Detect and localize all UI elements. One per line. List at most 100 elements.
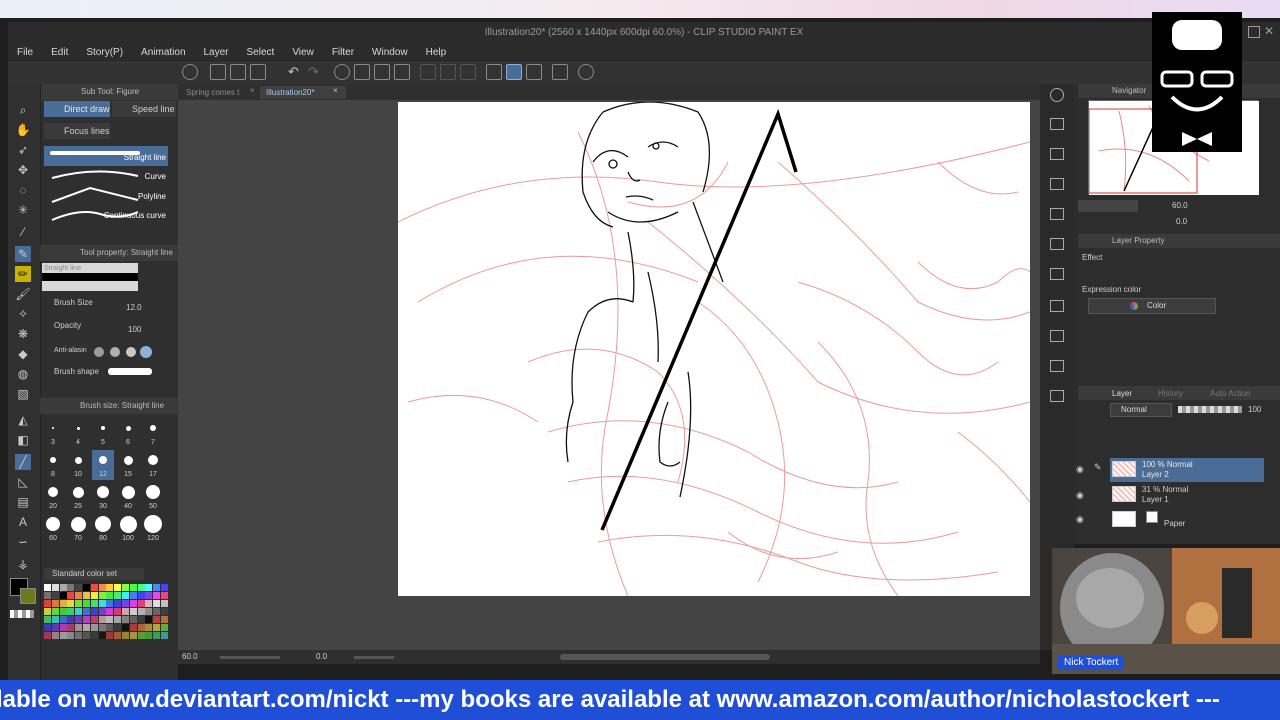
color-swatch[interactable]: [75, 592, 83, 599]
color-swatch[interactable]: [98, 592, 106, 599]
brush-size-option[interactable]: 5: [92, 418, 114, 448]
decoration-icon[interactable]: ❋: [15, 326, 31, 342]
color-swatch[interactable]: [59, 608, 67, 615]
color-swatch[interactable]: [44, 584, 51, 591]
figure-tool-icon[interactable]: ╱: [15, 454, 31, 470]
color-swatch[interactable]: [59, 592, 67, 599]
menu-help[interactable]: Help: [417, 44, 456, 62]
color-swatch[interactable]: [153, 584, 161, 591]
color-swatch[interactable]: [67, 632, 75, 639]
menu-filter[interactable]: Filter: [323, 44, 363, 62]
zoom-slider[interactable]: [220, 656, 280, 659]
eye-icon[interactable]: ◉: [1076, 464, 1084, 475]
color-swatch[interactable]: [51, 584, 59, 591]
zoom-tool-icon[interactable]: ⌕: [15, 102, 31, 118]
horizontal-scrollbar[interactable]: [560, 654, 770, 660]
color-swatch[interactable]: [90, 624, 98, 631]
brush-size-option[interactable]: 8: [42, 450, 64, 480]
color-swatch[interactable]: [145, 632, 153, 639]
opacity-value[interactable]: 100: [128, 325, 141, 334]
color-swatch[interactable]: [137, 632, 145, 639]
color-swatch[interactable]: [75, 632, 83, 639]
color-swatch[interactable]: [161, 600, 168, 607]
menu-layer[interactable]: Layer: [195, 44, 238, 62]
magic-wand-icon[interactable]: ✳: [15, 202, 31, 218]
brush-size-option[interactable]: 4: [67, 418, 89, 448]
color-swatch[interactable]: [153, 600, 161, 607]
color-swatch[interactable]: [122, 584, 129, 591]
color-swatch[interactable]: [161, 608, 168, 615]
layer-opacity-value[interactable]: 100: [1248, 405, 1261, 414]
color-swatch[interactable]: [161, 624, 168, 631]
color-swatch[interactable]: [122, 600, 129, 607]
color-swatch[interactable]: [137, 624, 145, 631]
color-swatch[interactable]: [161, 616, 168, 623]
color-swatch[interactable]: [145, 600, 153, 607]
color-swatch[interactable]: [106, 608, 114, 615]
menu-story[interactable]: Story(P): [77, 44, 132, 62]
material-icon[interactable]: [1050, 208, 1064, 220]
material-icon[interactable]: [1050, 300, 1064, 312]
blend-mode-select[interactable]: Normal: [1110, 403, 1172, 417]
navigator-zoom-slider[interactable]: [1078, 200, 1138, 212]
deselect-icon[interactable]: [460, 64, 476, 80]
color-swatch[interactable]: [122, 592, 129, 599]
color-swatch[interactable]: [161, 632, 168, 639]
eye-icon[interactable]: ◉: [1076, 490, 1084, 501]
pencil-tool-icon[interactable]: ✏: [15, 266, 31, 282]
color-swatch[interactable]: [67, 624, 75, 631]
color-swatch[interactable]: [114, 624, 122, 631]
color-swatch[interactable]: [137, 600, 145, 607]
eraser-icon[interactable]: ◆: [15, 346, 31, 362]
brush-size-option[interactable]: 50: [142, 482, 164, 512]
help-icon[interactable]: [578, 64, 594, 80]
color-swatch[interactable]: [137, 592, 145, 599]
menu-view[interactable]: View: [283, 44, 323, 62]
color-swatch[interactable]: [98, 624, 106, 631]
new-file-icon[interactable]: [210, 64, 226, 80]
brush-size-option[interactable]: 10: [67, 450, 89, 480]
color-swatch[interactable]: [83, 592, 90, 599]
color-swatch[interactable]: [51, 600, 59, 607]
special-ruler-snap-icon[interactable]: [506, 64, 522, 80]
color-swatch[interactable]: [129, 632, 137, 639]
color-swatch[interactable]: [129, 624, 137, 631]
tab-layer[interactable]: Layer: [1112, 389, 1132, 398]
color-swatch[interactable]: [153, 616, 161, 623]
ruler-icon[interactable]: ▤: [15, 494, 31, 510]
color-swatch[interactable]: [59, 584, 67, 591]
select-tool-icon[interactable]: [420, 64, 436, 80]
color-swatch[interactable]: [137, 584, 145, 591]
brush-size-option[interactable]: 12: [92, 450, 114, 480]
color-swatch[interactable]: [114, 632, 122, 639]
lasso-select-icon[interactable]: ◌: [15, 182, 31, 198]
hand-tool-icon[interactable]: ✋: [15, 122, 31, 138]
color-swatch[interactable]: [67, 584, 75, 591]
color-swatch[interactable]: [98, 632, 106, 639]
brush-size-option[interactable]: 17: [142, 450, 164, 480]
restore-window-button[interactable]: [1248, 26, 1260, 38]
color-swatch[interactable]: [51, 632, 59, 639]
color-swatch[interactable]: [44, 624, 51, 631]
navigator-rotation-value[interactable]: 0.0: [1176, 217, 1187, 226]
color-swatch[interactable]: [51, 624, 59, 631]
color-swatch[interactable]: [75, 616, 83, 623]
close-tab-icon[interactable]: ×: [250, 86, 255, 95]
gradient-icon[interactable]: ◧: [15, 432, 31, 448]
navigator-zoom-value[interactable]: 60.0: [1172, 201, 1188, 210]
close-window-button[interactable]: ✕: [1264, 24, 1274, 38]
brush-size-option[interactable]: 70: [67, 514, 89, 544]
grid-snap-icon[interactable]: [526, 64, 542, 80]
color-swatch[interactable]: [114, 600, 122, 607]
brush-size-value[interactable]: 12.0: [126, 303, 142, 312]
antialias-options[interactable]: [94, 346, 154, 358]
color-swatch[interactable]: [129, 592, 137, 599]
color-swatch[interactable]: [106, 624, 114, 631]
color-swatch[interactable]: [83, 600, 90, 607]
tab-history[interactable]: History: [1158, 389, 1183, 398]
color-swatch[interactable]: [153, 592, 161, 599]
color-swatch[interactable]: [114, 584, 122, 591]
balloon-icon[interactable]: ∽: [15, 534, 31, 550]
menu-animation[interactable]: Animation: [132, 44, 194, 62]
color-swatch[interactable]: [106, 584, 114, 591]
